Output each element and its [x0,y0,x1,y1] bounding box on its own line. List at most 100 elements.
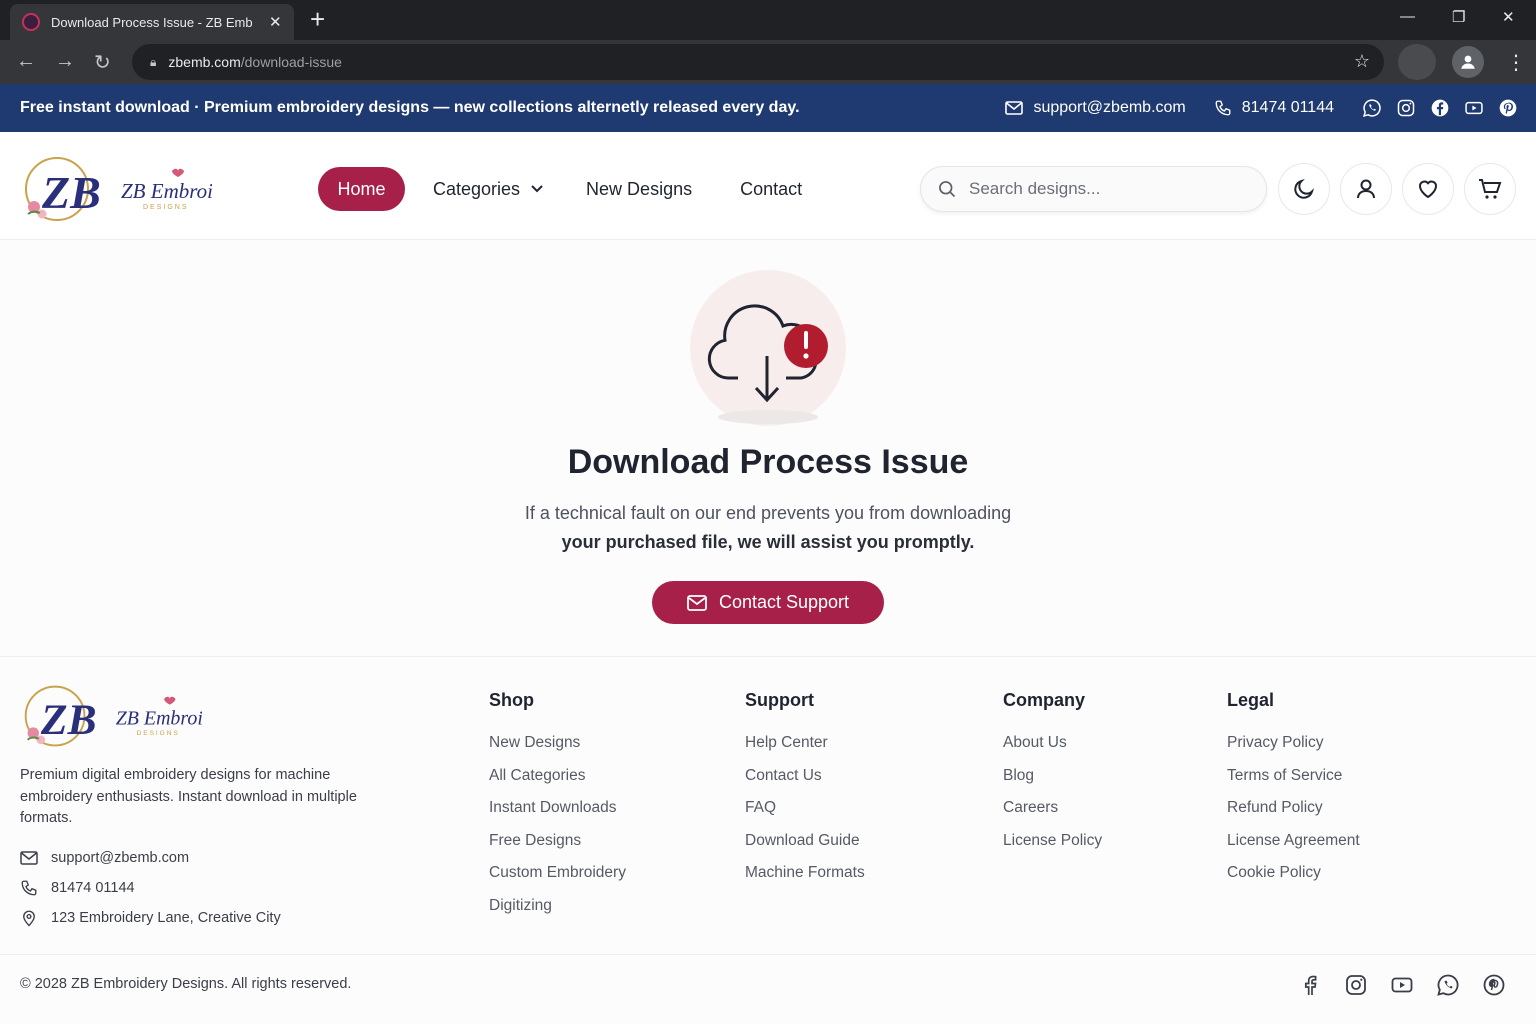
lock-icon: 🔒︎ [150,54,157,69]
cart-icon [1479,179,1502,199]
whatsapp-icon[interactable] [1362,98,1382,118]
theme-toggle-button[interactable] [1278,163,1330,215]
footer-col-company: Company About Us Blog Careers License Po… [1003,690,1102,858]
footer-email[interactable]: support@zbemb.com [20,850,189,866]
page-description: If a technical fault on our end prevents… [0,499,1536,557]
footer-col-support: Support Help Center Contact Us FAQ Downl… [745,690,865,891]
footer-link[interactable]: FAQ [745,793,865,826]
footer-link[interactable]: Contact Us [745,761,865,794]
instagram-icon[interactable] [1344,973,1368,997]
svg-text:ZB: ZB [41,167,101,218]
contact-support-button[interactable]: Contact Support [652,581,884,624]
main-nav: Home Categories New Designs Contact [318,167,802,211]
footer-link[interactable]: Blog [1003,761,1102,794]
footer-address: 123 Embroidery Lane, Creative City [20,909,281,927]
user-icon [1357,179,1375,199]
extension-icon[interactable] [1398,44,1436,80]
hero-illustration-shadow [718,410,818,424]
tab-title: Download Process Issue - ZB Emb [51,14,253,30]
footer-link[interactable]: Help Center [745,728,865,761]
site-header: ZB ZB Embroidery DESIGNS Home Categories… [0,132,1536,240]
footer-link[interactable]: Download Guide [745,826,865,859]
footer-col-legal: Legal Privacy Policy Terms of Service Re… [1227,690,1360,891]
footer-col-title: Support [745,690,814,710]
footer-link[interactable]: Custom Embroidery [489,858,626,891]
forward-icon[interactable]: → [55,50,75,73]
footer-phone[interactable]: 81474 01144 [20,879,135,897]
mail-icon [1005,101,1024,115]
whatsapp-icon[interactable] [1436,973,1460,997]
footer-link[interactable]: License Policy [1003,826,1102,859]
footer-divider [0,656,1536,657]
browser-tab[interactable]: Download Process Issue - ZB Emb ✕ [10,4,294,40]
cloud-download-error-icon [707,304,828,403]
footer-link[interactable]: Machine Formats [745,858,865,891]
window-close-icon[interactable]: ✕ [1502,8,1515,26]
nav-home[interactable]: Home [318,167,405,211]
svg-text:ZB Embroidery: ZB Embroidery [116,708,202,730]
heart-icon [1418,180,1438,199]
chevron-down-icon [531,185,543,193]
cart-button[interactable] [1464,163,1516,215]
announcement-bar: Free instant download · Premium embroide… [0,84,1536,132]
description-line-2: your purchased file, we will assist you … [561,532,975,552]
youtube-icon[interactable] [1464,98,1484,118]
minimize-icon[interactable]: — [1400,8,1415,25]
footer-link[interactable]: License Agreement [1227,826,1360,859]
restore-icon[interactable]: ❐ [1452,8,1465,26]
url-domain: zbemb.com [168,54,241,70]
footer-social-links [1298,973,1506,997]
url-bar[interactable]: 🔒︎ zbemb.com/download-issue ☆ [132,44,1384,80]
footer-link[interactable]: All Categories [489,761,626,794]
announce-email-link[interactable]: support@zbemb.com [1005,99,1186,117]
announce-email: support@zbemb.com [1033,99,1186,116]
back-icon[interactable]: ← [16,50,36,73]
wishlist-button[interactable] [1402,163,1454,215]
search-icon [939,181,956,198]
footer-bottom-divider [0,954,1536,955]
tab-close-icon[interactable]: ✕ [269,13,282,31]
footer-link[interactable]: New Designs [489,728,626,761]
footer-link[interactable]: Refund Policy [1227,793,1360,826]
pinterest-icon[interactable] [1498,98,1518,118]
footer-link[interactable]: Cookie Policy [1227,858,1360,891]
nav-contact[interactable]: Contact [740,179,802,200]
footer-link[interactable]: Instant Downloads [489,793,626,826]
footer-link[interactable]: Careers [1003,793,1102,826]
search-box [920,166,1267,212]
footer-about: Premium digital embroidery designs for m… [20,767,357,826]
announce-phone: 81474 01144 [1241,99,1334,116]
footer-link[interactable]: Terms of Service [1227,761,1360,794]
favicon-icon [22,13,40,31]
reload-icon[interactable]: ↻ [94,50,111,75]
account-button[interactable] [1340,163,1392,215]
new-tab-icon[interactable]: + [310,6,325,32]
pinterest-icon[interactable] [1482,973,1506,997]
site-logo[interactable]: ZB ZB Embroidery DESIGNS [20,152,212,226]
facebook-icon[interactable] [1430,98,1450,118]
footer-link[interactable]: Free Designs [489,826,626,859]
nav-new-designs[interactable]: New Designs [586,179,692,200]
mail-icon [20,851,38,865]
footer-logo[interactable]: ZB ZB Embroidery DESIGNS [20,680,202,752]
browser-menu-icon[interactable]: ⋮ [1506,50,1526,75]
page-title: Download Process Issue [567,443,969,481]
bookmark-star-icon[interactable]: ☆ [1354,51,1370,72]
location-pin-icon [23,910,35,927]
announce-phone-link[interactable]: 81474 01144 [1214,99,1334,117]
footer-link[interactable]: About Us [1003,728,1102,761]
profile-icon[interactable] [1452,46,1484,78]
search-input[interactable] [969,179,1249,199]
footer-link[interactable]: Privacy Policy [1227,728,1360,761]
footer-col-title: Shop [489,690,534,710]
svg-text:ZB Embroidery: ZB Embroidery [121,179,212,203]
svg-text:DESIGNS: DESIGNS [143,204,189,211]
youtube-icon[interactable] [1390,973,1414,997]
footer-link[interactable]: Digitizing [489,891,626,924]
svg-text:ZB: ZB [40,696,97,744]
nav-categories[interactable]: Categories [433,179,544,200]
instagram-icon[interactable] [1396,98,1416,118]
url-path: /download-issue [240,54,342,70]
facebook-icon[interactable] [1298,973,1322,997]
mail-icon [687,594,707,611]
